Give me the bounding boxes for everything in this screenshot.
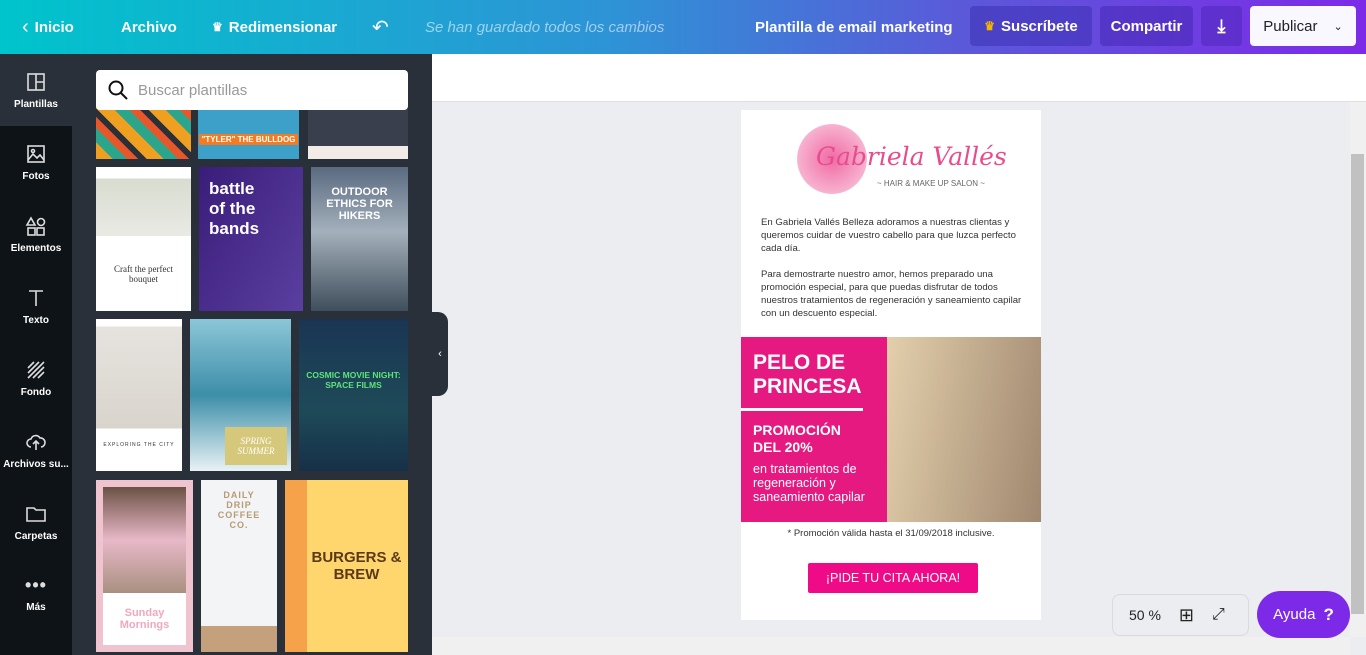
sidebar-item-label: Texto (23, 314, 49, 326)
vertical-scrollbar[interactable] (1350, 102, 1366, 637)
publish-label: Publicar (1263, 17, 1318, 35)
sidebar-item-label: Fotos (22, 170, 50, 182)
resize-button[interactable]: ♛ Redimensionar (212, 0, 337, 54)
template-thumbnail[interactable]: OUTDOOR ETHICS FOR HIKERS (311, 167, 408, 311)
share-button[interactable]: Compartir (1100, 6, 1193, 46)
offer-paragraph: Para demostrarte nuestro amor, hemos pre… (761, 269, 1022, 319)
book-appointment-button[interactable]: ¡PIDE TU CITA AHORA! (808, 563, 978, 593)
template-title: EXPLORING THE CITY (103, 442, 175, 448)
template-search[interactable] (96, 70, 408, 110)
sidebar-item-label: Más (26, 602, 46, 613)
sidebar-item-label: Plantillas (14, 98, 58, 110)
template-title: COSMIC MOVIE NIGHT: SPACE FILMS (306, 370, 401, 390)
sidebar: Plantillas Fotos Elementos Texto Fondo A… (0, 54, 72, 655)
template-thumbnail[interactable]: Sunday Mornings (96, 480, 193, 652)
sidebar-item-folders[interactable]: Carpetas (0, 486, 72, 558)
template-thumbnail[interactable]: battle of the bands (199, 167, 303, 311)
chevron-left-icon: ‹ (22, 15, 29, 38)
template-title: DAILY DRIP COFFEE CO. (217, 490, 261, 530)
home-label: Inicio (34, 18, 74, 36)
template-title: OUTDOOR ETHICS FOR HIKERS (326, 186, 393, 222)
template-title: Sunday Mornings (103, 593, 186, 645)
search-input[interactable] (138, 81, 388, 99)
fullscreen-icon[interactable]: ⤢ (1212, 606, 1225, 624)
template-thumbnail[interactable]: Craft the perfect bouquet (96, 167, 191, 311)
sidebar-item-more[interactable]: ••• Más (0, 558, 72, 630)
resize-label: Redimensionar (228, 18, 338, 36)
template-thumbnail[interactable]: BURGERS & BREW (285, 480, 408, 652)
upload-icon (26, 434, 46, 450)
save-status: Se han guardado todos los cambios (425, 18, 665, 36)
templates-panel: "TYLER" THE BULLDOG Craft the perfect bo… (72, 54, 432, 655)
download-icon: ⤓ (1217, 15, 1226, 36)
more-icon: ••• (25, 575, 47, 595)
sidebar-item-label: Elementos (10, 242, 62, 254)
document-title[interactable]: Plantilla de email marketing (755, 0, 953, 54)
sidebar-item-background[interactable]: Fondo (0, 342, 72, 414)
text-icon (29, 289, 43, 306)
sidebar-item-elements[interactable]: Elementos (0, 198, 72, 270)
template-thumbnail[interactable]: SPRING SUMMER (190, 319, 291, 471)
sidebar-item-uploads[interactable]: Archivos su... (0, 414, 72, 486)
template-title: SPRING SUMMER (225, 427, 287, 465)
promo-discount: PROMOCIÓN DEL 20% (753, 422, 841, 455)
publish-button[interactable]: Publicar ⌄ (1250, 6, 1356, 46)
crown-icon: ♛ (212, 20, 223, 34)
chevron-down-icon: ⌄ (1333, 20, 1343, 33)
crown-icon: ♛ (984, 19, 996, 33)
undo-icon[interactable]: ↶ (372, 0, 389, 54)
sidebar-item-label: Archivos su... (3, 458, 69, 470)
download-button[interactable]: ⤓ (1201, 6, 1242, 46)
template-thumbnail[interactable]: EXPLORING THE CITY (96, 319, 182, 471)
folder-icon (26, 506, 46, 522)
background-icon (27, 360, 45, 379)
email-design-page[interactable]: Gabriela Vallés ~ HAIR & MAKE UP SALON ~… (741, 110, 1041, 620)
sidebar-item-text[interactable]: Texto (0, 270, 72, 342)
chevron-left-icon: ‹ (438, 348, 442, 360)
templates-icon (27, 72, 45, 91)
divider (741, 408, 863, 411)
brand-name: Gabriela Vallés (816, 142, 1007, 171)
top-bar: ‹ Inicio Archivo ♛ Redimensionar ↶ Se han … (0, 0, 1366, 54)
sidebar-item-label: Fondo (20, 386, 52, 398)
subscribe-button[interactable]: ♛ Suscríbete (970, 6, 1092, 46)
promo-disclaimer: * Promoción válida hasta el 31/09/2018 i… (787, 528, 995, 539)
search-icon (108, 80, 128, 100)
home-button[interactable]: ‹ Inicio (22, 0, 74, 54)
sidebar-item-templates[interactable]: Plantillas (0, 54, 72, 126)
sidebar-item-label: Carpetas (14, 530, 58, 542)
help-label: Ayuda (1273, 606, 1316, 623)
zoom-level[interactable]: 50 % (1129, 607, 1161, 623)
subscribe-label: Suscríbete (1001, 17, 1078, 35)
scrollbar-thumb[interactable] (1351, 154, 1364, 614)
promo-banner: PELO DE PRINCESA PROMOCIÓN DEL 20% en tr… (741, 337, 1041, 522)
template-title: Craft the perfect bouquet (114, 264, 173, 284)
promo-description: en tratamientos de regeneración y saneam… (753, 462, 865, 504)
zoom-controls: 50 % ⊞ ⤢ (1112, 594, 1249, 636)
elements-icon (25, 215, 46, 236)
sidebar-item-photos[interactable]: Fotos (0, 126, 72, 198)
template-title: BURGERS & BREW (311, 549, 402, 583)
horizontal-scrollbar[interactable] (432, 637, 1350, 655)
template-title: "TYLER" THE BULLDOG (198, 134, 299, 145)
grid-view-icon[interactable]: ⊞ (1179, 605, 1194, 626)
editor-toolbar (432, 54, 1366, 102)
template-thumbnail[interactable]: DAILY DRIP COFFEE CO. (201, 480, 277, 652)
promo-title: PELO DE PRINCESA (753, 351, 862, 398)
help-button[interactable]: Ayuda? (1257, 591, 1350, 638)
template-thumbnail[interactable]: COSMIC MOVIE NIGHT: SPACE FILMS (299, 319, 408, 471)
collapse-panel-button[interactable]: ‹ (432, 312, 448, 396)
question-icon: ? (1323, 604, 1334, 624)
photos-icon (27, 144, 45, 163)
intro-paragraph: En Gabriela Vallés Belleza adoramos a nu… (761, 217, 1016, 254)
brand-tagline: ~ HAIR & MAKE UP SALON ~ (877, 179, 985, 188)
template-title: battle of the bands (209, 179, 260, 238)
file-menu[interactable]: Archivo (121, 0, 177, 54)
